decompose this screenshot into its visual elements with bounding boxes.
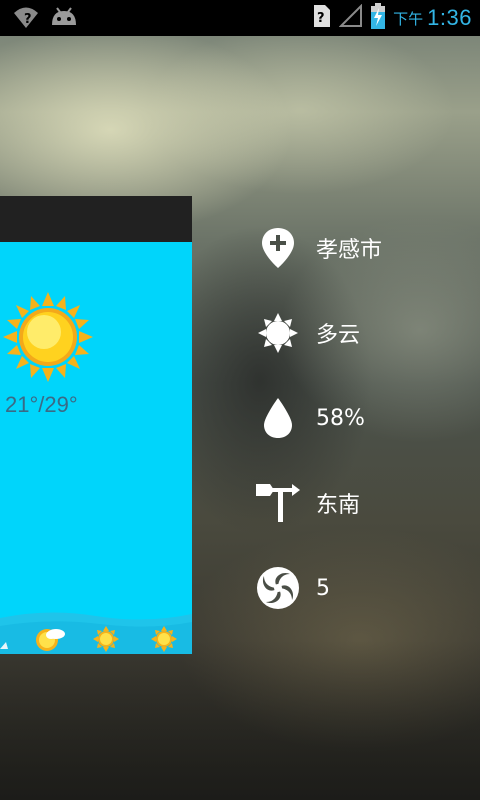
location-pin-icon	[256, 226, 300, 270]
wind-level-label: 5	[316, 575, 330, 601]
wind-vane-icon	[256, 481, 300, 525]
detail-wind-direction: 东南	[256, 481, 360, 525]
swirl-icon	[256, 566, 300, 610]
status-time: 1:36	[427, 5, 472, 30]
sim-unknown-icon: ?	[313, 4, 331, 32]
status-bar: ? ? 下午 1:36	[0, 0, 480, 36]
forecast-sun-icon-2	[92, 626, 120, 654]
svg-text:?: ?	[317, 11, 325, 26]
detail-city: 孝感市	[256, 226, 382, 270]
background-shade	[0, 640, 480, 800]
svg-text:?: ?	[24, 12, 32, 27]
partly-cloudy-sun-icon	[34, 626, 68, 654]
detail-condition: 多云	[256, 311, 360, 355]
notification-icons: ?	[12, 4, 78, 34]
condition-label: 多云	[316, 323, 361, 348]
weather-widget-card[interactable]: 21°/29°	[0, 196, 192, 654]
wind-direction-label: 东南	[316, 493, 361, 518]
wifi-unknown-icon: ?	[12, 4, 40, 34]
widget-header	[0, 196, 192, 242]
weather-sun-icon	[256, 311, 300, 355]
water-drop-icon	[256, 396, 300, 440]
status-ampm: 下午	[393, 9, 424, 28]
system-icons: ? 下午 1:36	[313, 0, 472, 36]
forecast-sun-icon-3	[150, 626, 178, 654]
android-debug-icon	[50, 5, 78, 33]
humidity-label: 58%	[316, 405, 365, 431]
sun-icon	[0, 292, 100, 386]
signal-icon	[338, 3, 363, 32]
detail-humidity: 58%	[256, 396, 365, 440]
city-label: 孝感市	[316, 238, 383, 263]
battery-charging-icon	[371, 3, 386, 33]
detail-wind-level: 5	[256, 566, 330, 610]
temperature-range: 21°/29°	[5, 392, 78, 417]
